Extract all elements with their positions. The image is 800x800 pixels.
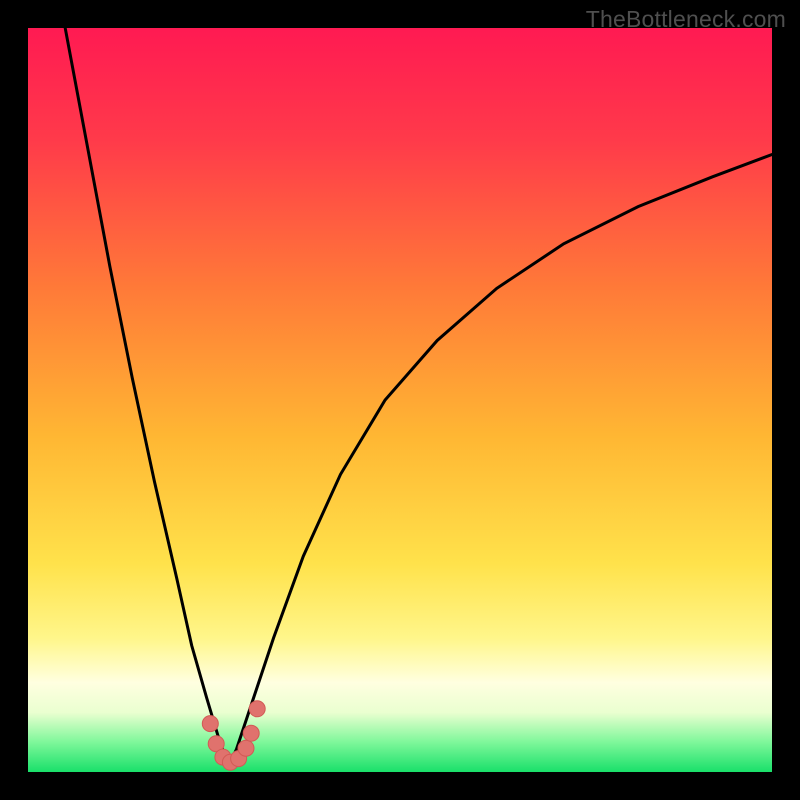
optimal-marker: [202, 716, 218, 732]
optimal-marker: [238, 740, 254, 756]
bottleneck-curve: [28, 28, 772, 772]
curve-left-branch: [65, 28, 229, 765]
curve-right-branch: [229, 155, 772, 765]
chart-frame: TheBottleneck.com: [0, 0, 800, 800]
optimal-marker: [249, 701, 265, 717]
watermark-text: TheBottleneck.com: [586, 6, 786, 33]
optimal-marker: [243, 725, 259, 741]
